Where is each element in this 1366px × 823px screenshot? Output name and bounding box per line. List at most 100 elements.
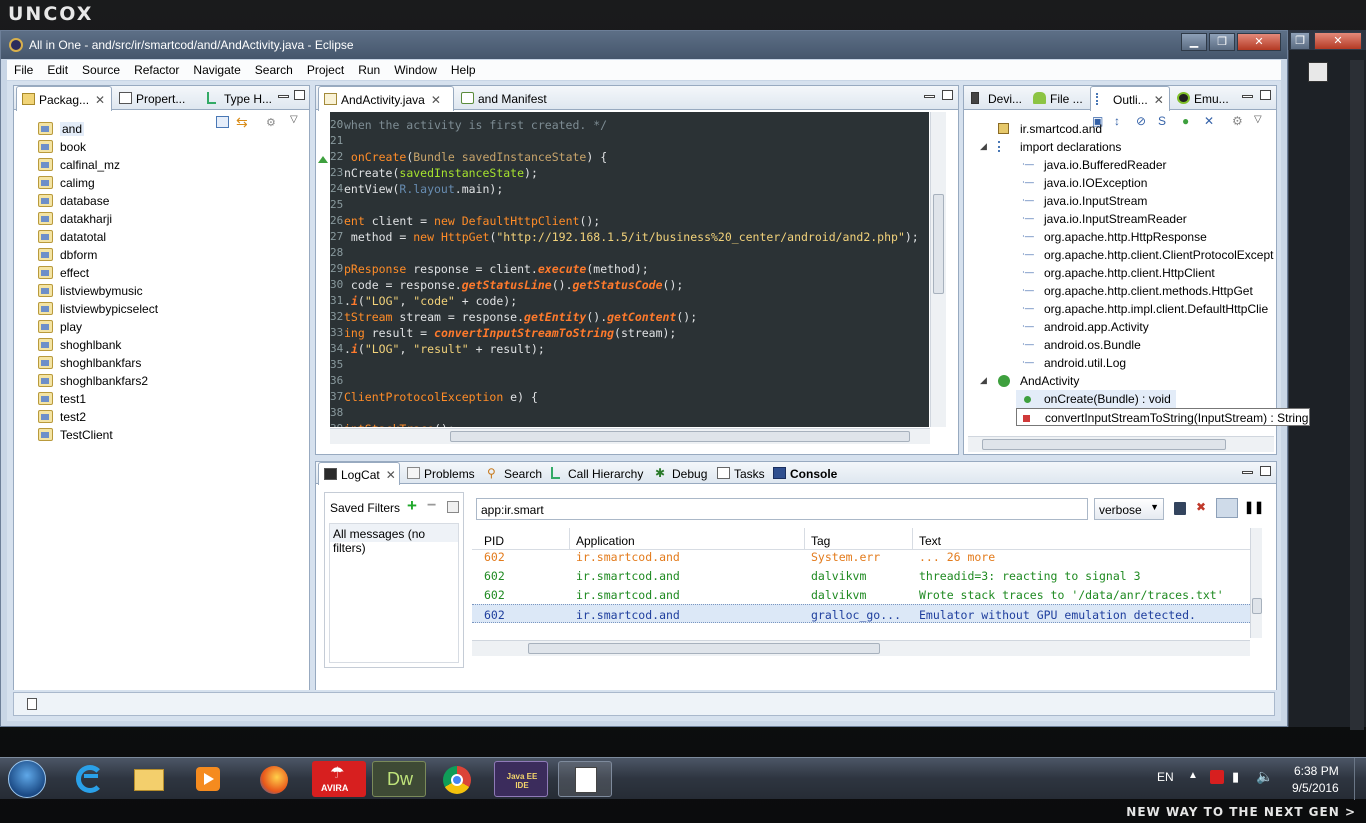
close-icon[interactable]: ✕ [386, 468, 396, 482]
start-button[interactable] [2, 758, 50, 800]
fast-view-icon[interactable] [27, 698, 37, 710]
chrome-icon[interactable] [430, 761, 484, 797]
clock-date[interactable]: 9/5/2016 [1292, 781, 1339, 795]
expand-arrow-icon[interactable]: ◢ [980, 141, 987, 152]
close-icon[interactable]: ✕ [95, 93, 105, 107]
edit-filter-icon[interactable] [447, 501, 459, 513]
notepad-icon[interactable] [558, 761, 612, 797]
menu-navigate[interactable]: Navigate [186, 60, 247, 77]
maximize-button[interactable]: ❐ [1209, 33, 1235, 51]
tab-devices[interactable]: Devi... [966, 86, 1028, 110]
outline-item[interactable]: convertInputStreamToString(InputStream) … [1016, 408, 1310, 426]
bg-scrollbar[interactable] [1350, 60, 1364, 730]
maximize-view-icon[interactable] [1260, 90, 1271, 100]
log-row[interactable]: 602 ir.smartcod.and gralloc_go... Emulator … [472, 604, 1250, 623]
code-editor[interactable]: 1920212223242526272829303132333435363738… [330, 112, 929, 427]
avira-tray-icon[interactable] [1210, 770, 1224, 784]
tab-package-explorer[interactable]: Packag... ✕ [16, 86, 112, 111]
firefox-icon[interactable] [246, 761, 300, 797]
tab-console[interactable]: Console [768, 462, 842, 486]
menu-run[interactable]: Run [351, 60, 387, 77]
remove-filter-icon[interactable]: − [427, 497, 436, 515]
tab-emulator-control[interactable]: Emu... [1172, 86, 1234, 110]
scroll-thumb[interactable] [982, 439, 1226, 450]
code-line[interactable]: method = new HttpGet("http://192.168.1.5… [344, 230, 919, 246]
menu-window[interactable]: Window [387, 60, 444, 77]
close-icon[interactable]: ✕ [431, 93, 441, 107]
bg-restore-button[interactable]: ❐ [1290, 32, 1310, 50]
menu-file[interactable]: File [7, 60, 40, 77]
minimize-view-icon[interactable] [924, 95, 935, 98]
menu-search[interactable]: Search [248, 60, 300, 77]
save-log-icon[interactable] [1174, 502, 1186, 515]
maximize-view-icon[interactable] [1260, 466, 1271, 476]
logcat-horizontal-scrollbar[interactable] [472, 640, 1250, 656]
tab-and-manifest[interactable]: and Manifest [456, 86, 570, 110]
logcat-filter-input[interactable]: app:ir.smart [476, 498, 1088, 520]
filter-all-messages[interactable]: All messages (no filters) [330, 524, 458, 555]
tab-problems[interactable]: Problems [402, 462, 482, 486]
minimize-view-icon[interactable] [278, 95, 289, 98]
window-titlebar[interactable]: All in One - and/src/ir/smartcod/and/And… [1, 31, 1287, 59]
outline-horizontal-scrollbar[interactable] [968, 436, 1274, 452]
toggle-filters-icon[interactable] [1216, 498, 1238, 518]
expand-arrow-icon[interactable]: ◢ [980, 375, 987, 386]
tab-outline[interactable]: Outli... ✕ [1090, 86, 1170, 111]
bg-checklist-icon[interactable] [1308, 62, 1328, 82]
code-line[interactable]: ClientProtocolException e) { [344, 390, 538, 406]
avira-icon[interactable]: AVIRA ☂ [312, 761, 366, 797]
editor-horizontal-scrollbar[interactable] [330, 428, 930, 444]
tab-search[interactable]: ⚲ Search [482, 462, 546, 486]
scroll-thumb[interactable] [528, 643, 880, 654]
close-button[interactable]: ✕ [1237, 33, 1281, 51]
tab-properties[interactable]: Propert... [114, 86, 200, 110]
menu-refactor[interactable]: Refactor [127, 60, 186, 77]
network-icon[interactable]: ▮ [1232, 769, 1239, 785]
code-line[interactable]: tStream stream = response.getEntity().ge… [344, 310, 697, 326]
maximize-view-icon[interactable] [294, 90, 305, 100]
clock-time[interactable]: 6:38 PM [1294, 764, 1339, 778]
tab-file-explorer[interactable]: File ... [1028, 86, 1088, 110]
close-icon[interactable]: ✕ [1154, 93, 1164, 107]
code-line[interactable]: ing result = convertInputStreamToString(… [344, 326, 676, 342]
language-indicator[interactable]: EN [1157, 770, 1174, 784]
volume-icon[interactable]: 🔈 [1256, 768, 1273, 785]
show-hidden-icons[interactable]: ▲ [1188, 770, 1198, 781]
code-line[interactable]: code = response.getStatusLine().getStatu… [344, 278, 683, 294]
minimize-view-icon[interactable] [1242, 95, 1253, 98]
tab-tasks[interactable]: Tasks [712, 462, 768, 486]
log-row[interactable]: 602 ir.smartcod.and dalvikvm Wrote stack tr… [472, 585, 1250, 604]
log-row[interactable]: 602 ir.smartcod.and dalvikvm threadid=3: re… [472, 566, 1250, 585]
clear-log-icon[interactable]: ✖ [1196, 500, 1210, 515]
ie-icon[interactable] [62, 761, 116, 797]
menu-help[interactable]: Help [444, 60, 483, 77]
code-line[interactable]: pResponse response = client.execute(meth… [344, 262, 649, 278]
code-line[interactable]: when the activity is first created. */ [344, 118, 607, 134]
media-player-icon[interactable] [182, 761, 236, 797]
tab-andactivity-java[interactable]: AndActivity.java ✕ [318, 86, 454, 111]
logcat-vertical-scrollbar[interactable] [1250, 528, 1262, 638]
minimize-button[interactable]: ▁ [1181, 33, 1207, 51]
code-line[interactable]: entView(R.layout.main); [344, 182, 503, 198]
maximize-view-icon[interactable] [942, 90, 953, 100]
dreamweaver-icon[interactable]: Dw [372, 761, 426, 797]
tab-type-hierarchy[interactable]: Type H... [202, 86, 274, 110]
menu-project[interactable]: Project [300, 60, 351, 77]
explorer-icon[interactable] [122, 761, 176, 797]
add-filter-icon[interactable]: + [407, 496, 417, 516]
code-line[interactable]: ent client = new DefaultHttpClient(); [344, 214, 600, 230]
menu-source[interactable]: Source [75, 60, 127, 77]
code-line[interactable]: onCreate(Bundle savedInstanceState) { [344, 150, 607, 166]
code-line[interactable]: .i("LOG", "code" + code); [344, 294, 517, 310]
code-line[interactable]: intStackTrace(); [344, 422, 455, 427]
minimize-view-icon[interactable] [1242, 471, 1253, 474]
outline-item[interactable]: onCreate(Bundle) : void [1016, 390, 1176, 408]
show-desktop-button[interactable] [1354, 758, 1366, 800]
bg-close-button[interactable]: ✕ [1314, 32, 1362, 50]
pause-icon[interactable]: ❚❚ [1244, 500, 1264, 514]
scroll-thumb[interactable] [450, 431, 910, 442]
scroll-thumb[interactable] [933, 194, 944, 294]
log-row[interactable]: 602 ir.smartcod.and System.err ... 26 more [472, 547, 1250, 566]
log-level-select[interactable]: verbose ▼ [1094, 498, 1164, 520]
tab-call-hierarchy[interactable]: Call Hierarchy [546, 462, 650, 486]
